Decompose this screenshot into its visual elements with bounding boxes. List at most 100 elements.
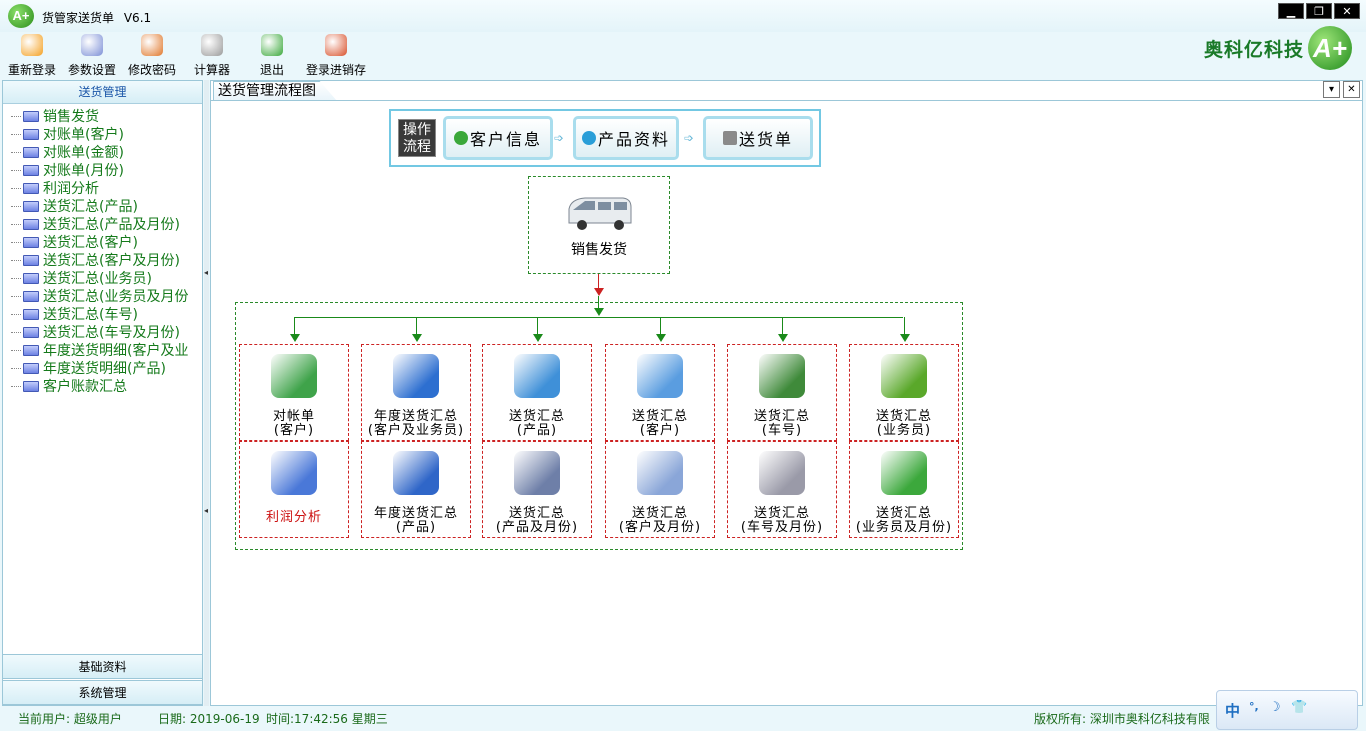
operation-flow: 操作 流程 客户信息 ➩ 产品资料 ➩ 送货单 [389,109,821,167]
tab-menu-button[interactable]: ▾ [1323,81,1340,98]
tree-item[interactable]: 送货汇总(车号及月份) [11,323,188,341]
globe-book-icon [393,451,439,495]
toolbar-button-0[interactable]: 重新登录 [6,32,58,78]
folder-icon [23,272,39,284]
arrow-down-icon [412,334,422,342]
ime-punctuation-icon[interactable]: °, [1249,700,1259,713]
main-toolbar: 重新登录 参数设置 修改密码 计算器 退出 登录进销存 [6,32,374,78]
ime-toolbar[interactable]: 中 °, ☽ 👕 [1216,690,1358,730]
exit-house-icon [261,34,283,56]
brand-name: 奥科亿科技 [1203,38,1304,61]
sidebar-section-delivery[interactable]: 送货管理 [3,81,202,104]
tree-item[interactable]: 送货汇总(产品及月份) [11,215,188,233]
arrow-down-icon [656,334,666,342]
report-cell[interactable]: 对帐单 (客户) [239,344,349,441]
current-time: 时间:17:42:56 星期三 [266,712,388,726]
tree-item[interactable]: 客户账款汇总 [11,377,188,395]
flow-arrow-icon: ➩ [684,131,695,145]
brand-logo-icon: A+ [1308,26,1352,70]
operation-flow-badge: 操作 流程 [398,119,436,157]
tree-item[interactable]: 送货汇总(客户及月份) [11,251,188,269]
tree-item[interactable]: 年度送货明细(客户及业 [11,341,188,359]
report-cell[interactable]: 送货汇总 (产品及月份) [482,441,592,538]
report-cell[interactable]: 利润分析 [239,441,349,538]
ime-chinese-mode[interactable]: 中 [1225,700,1240,721]
toolbar-button-1[interactable]: 参数设置 [66,32,118,78]
tree-item-label: 送货汇总(业务员及月份 [43,289,189,305]
shapes-icon [881,451,927,495]
tree-item[interactable]: 送货汇总(客户) [11,233,188,251]
report-cell[interactable]: 送货汇总 (车号及月份) [727,441,837,538]
current-user: 当前用户: 超级用户 [18,712,122,726]
report-cell[interactable]: 送货汇总 (客户及月份) [605,441,715,538]
customer-info-button[interactable]: 客户信息 [443,116,553,160]
van-icon [568,197,632,230]
report-cell[interactable]: 送货汇总 (产品) [482,344,592,441]
report-cell[interactable]: 送货汇总 (业务员及月份) [849,441,959,538]
pencil-key-icon [141,34,163,56]
inventory-login-icon [325,34,347,56]
ime-halfwidth-icon[interactable]: ☽ [1269,700,1281,715]
tree-item[interactable]: 销售发货 [11,107,188,125]
product-info-button[interactable]: 产品资料 [573,116,679,160]
status-bar: 当前用户: 超级用户 日期: 2019-06-19 时间:17:42:56 星期… [0,706,1366,731]
maximize-button[interactable]: ❐ [1306,3,1332,19]
folder-icon [23,146,39,158]
tab-close-button[interactable]: ✕ [1343,81,1360,98]
minimize-button[interactable]: ▁ [1278,3,1304,19]
window-controls: ▁ ❐ ✕ [1278,3,1360,19]
folder-icon [23,200,39,212]
tree-item[interactable]: 送货汇总(产品) [11,197,188,215]
tree-item[interactable]: 送货汇总(车号) [11,305,188,323]
tree-item-label: 对账单(月份) [43,163,124,179]
tools-document-icon [759,354,805,398]
close-button[interactable]: ✕ [1334,3,1360,19]
sidebar-section-basic-data[interactable]: 基础资料 [2,654,203,679]
delivery-note-button[interactable]: 送货单 [703,116,813,160]
product-icon [581,131,596,145]
tree-item-label: 利润分析 [43,181,99,197]
tree-item[interactable]: 送货汇总(业务员) [11,269,188,287]
toolbar-button-2[interactable]: 修改密码 [126,32,178,78]
customer-icon [453,131,468,145]
screen-monitor-icon [514,451,560,495]
tree-item-label: 客户账款汇总 [43,379,127,395]
toolbar-button-3[interactable]: 计算器 [186,32,238,78]
toolbar-button-4[interactable]: 退出 [246,32,298,78]
sales-dispatch-button[interactable]: 销售发货 [528,176,670,274]
ledger-book-icon [271,354,317,398]
report-cell[interactable]: 送货汇总 (车号) [727,344,837,441]
ime-skin-icon[interactable]: 👕 [1291,700,1307,715]
globe-folder-icon [514,354,560,398]
sidebar-section-system[interactable]: 系统管理 [2,680,203,705]
tree-item[interactable]: 送货汇总(业务员及月份 [11,287,188,305]
report-cell[interactable]: 送货汇总 (客户) [605,344,715,441]
toolbar-label: 登录进销存 [306,63,367,77]
tree-item[interactable]: 对账单(金额) [11,143,188,161]
tree-item-label: 送货汇总(车号) [43,307,138,323]
tab-delivery-flowchart[interactable]: 送货管理流程图 [213,81,337,101]
tree-item-label: 年度送货明细(产品) [43,361,166,377]
green-folder-icon [881,354,927,398]
tree-item[interactable]: 对账单(月份) [11,161,188,179]
tree-item[interactable]: 对账单(客户) [11,125,188,143]
tree-item-label: 对账单(金额) [43,145,124,161]
report-cell[interactable]: 送货汇总 (业务员) [849,344,959,441]
report-cell-subtitle: (客户) [273,423,315,438]
sidebar: 送货管理 销售发货 对账单(客户) 对账单(金额) 对账单(月份) 利润分析 送货汇总(产… [2,80,203,706]
toolbar-button-5[interactable]: 登录进销存 [306,32,366,78]
report-cell[interactable]: 年度送货汇总 (客户及业务员) [361,344,471,441]
collapse-arrow-icon[interactable]: ◂ [204,506,208,515]
tree-item[interactable]: 年度送货明细(产品) [11,359,188,377]
folder-icon [23,290,39,302]
sales-dispatch-label: 销售发货 [571,242,627,258]
app-name: 货管家送货单 [42,11,115,25]
app-version: V6.1 [123,11,152,25]
report-cell[interactable]: 年度送货汇总 (产品) [361,441,471,538]
panel-splitter[interactable]: ◂ ◂ [204,80,209,706]
folder-icon [23,110,39,122]
report-cell-subtitle: (客户) [639,423,681,438]
tree-item[interactable]: 利润分析 [11,179,188,197]
report-cell-subtitle: (产品) [516,423,558,438]
collapse-arrow-icon[interactable]: ◂ [204,268,208,277]
